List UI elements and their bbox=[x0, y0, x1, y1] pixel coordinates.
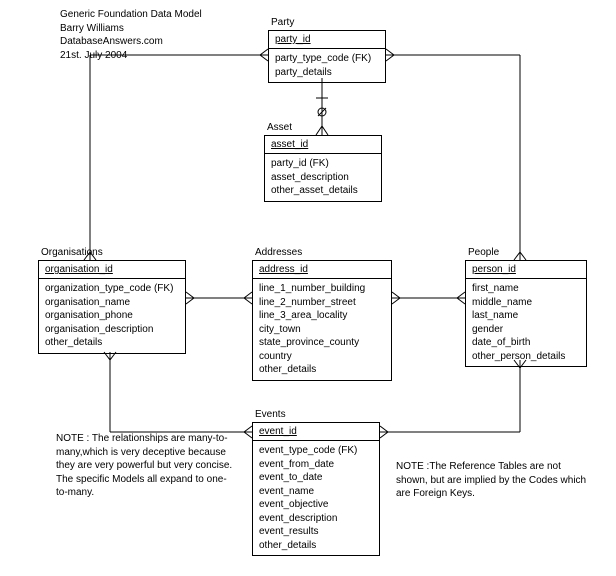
entity-addresses-fields: line_1_number_building line_2_number_str… bbox=[253, 279, 391, 380]
entity-addresses-key: address_id bbox=[253, 261, 391, 279]
entity-organisations-key: organisation_id bbox=[39, 261, 185, 279]
entity-events-title: Events bbox=[255, 409, 286, 420]
header-site: DatabaseAnswers.com bbox=[60, 35, 202, 49]
entity-organisations-title: Organisations bbox=[41, 247, 103, 258]
entity-asset: Asset asset_id party_id (FK) asset_descr… bbox=[264, 135, 382, 202]
entity-events: Events event_id event_type_code (FK) eve… bbox=[252, 422, 380, 556]
entity-asset-fields: party_id (FK) asset_description other_as… bbox=[265, 154, 381, 201]
entity-party-title: Party bbox=[271, 17, 294, 28]
entity-people-key: person_id bbox=[466, 261, 586, 279]
entity-people: People person_id first_name middle_name … bbox=[465, 260, 587, 367]
header-author: Barry Williams bbox=[60, 22, 202, 36]
header-date: 21st. July 2004 bbox=[60, 49, 202, 63]
entity-party-key: party_id bbox=[269, 31, 385, 49]
entity-party-fields: party_type_code (FK) party_details bbox=[269, 49, 385, 82]
entity-addresses: Addresses address_id line_1_number_build… bbox=[252, 260, 392, 381]
entity-organisations: Organisations organisation_id organizati… bbox=[38, 260, 186, 354]
entity-organisations-fields: organization_type_code (FK) organisation… bbox=[39, 279, 185, 353]
entity-asset-title: Asset bbox=[267, 122, 292, 133]
entity-asset-key: asset_id bbox=[265, 136, 381, 154]
entity-events-fields: event_type_code (FK) event_from_date eve… bbox=[253, 441, 379, 555]
note-left: NOTE : The relationships are many-to-man… bbox=[56, 432, 236, 500]
entity-events-key: event_id bbox=[253, 423, 379, 441]
entity-addresses-title: Addresses bbox=[255, 247, 302, 258]
diagram-header: Generic Foundation Data Model Barry Will… bbox=[60, 8, 202, 62]
entity-people-title: People bbox=[468, 247, 499, 258]
note-right: NOTE :The Reference Tables are not shown… bbox=[396, 460, 591, 501]
entity-people-fields: first_name middle_name last_name gender … bbox=[466, 279, 586, 366]
header-title: Generic Foundation Data Model bbox=[60, 8, 202, 22]
entity-party: Party party_id party_type_code (FK) part… bbox=[268, 30, 386, 83]
